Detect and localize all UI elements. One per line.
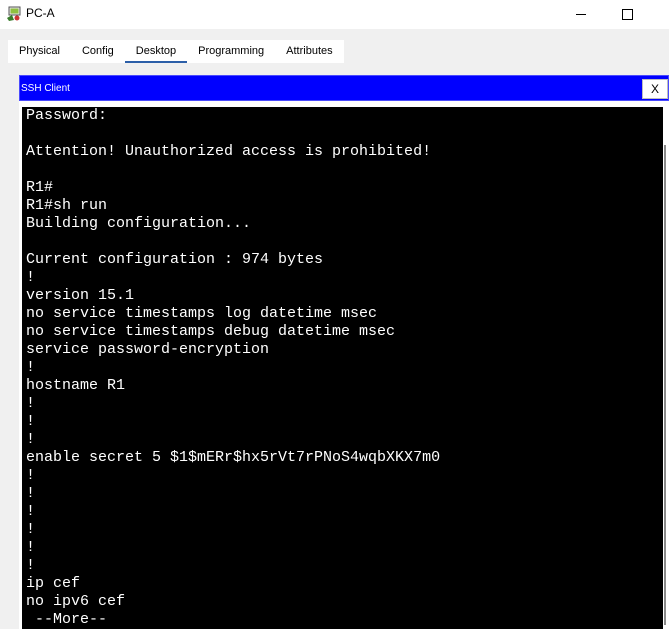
terminal-line: Attention! Unauthorized access is prohib… [26,143,432,160]
terminal-line: ! [26,521,36,538]
terminal-line: --More-- [26,611,108,628]
terminal-line: R1# [26,179,54,196]
terminal-text: Password: Attention! Unauthorized access… [26,107,440,629]
title-bar: PC-A [0,0,669,29]
terminal-line: version 15.1 [26,287,135,304]
ssh-client-title: SSH Client [21,83,70,94]
scrollbar-thumb[interactable] [664,145,666,625]
packet-tracer-pc-icon [6,6,22,22]
ssh-client-header: SSH Client X [19,75,669,101]
terminal-line: ! [26,485,36,502]
maximize-button[interactable] [604,2,650,26]
tab-bar: Physical Config Desktop Programming Attr… [0,29,669,65]
tab-physical[interactable]: Physical [8,40,71,63]
terminal-output[interactable]: Password: Attention! Unauthorized access… [22,107,667,629]
terminal-line: ! [26,413,36,430]
terminal-line: ! [26,431,36,448]
terminal-line: R1#sh run [26,197,108,214]
close-button[interactable]: X [642,79,668,99]
tab-programming[interactable]: Programming [187,40,275,63]
terminal-line: ! [26,557,36,574]
terminal-line: ip cef [26,575,81,592]
terminal-scrollbar[interactable] [663,105,669,629]
terminal-line: Password: [26,107,108,124]
terminal-line: ! [26,395,36,412]
window-title: PC-A [26,6,55,20]
terminal-line: ! [26,359,36,376]
terminal-line: no service timestamps debug datetime mse… [26,323,396,340]
tab-attributes[interactable]: Attributes [275,40,343,63]
terminal-line: ! [26,269,36,286]
tab-desktop[interactable]: Desktop [124,40,188,63]
terminal-line: no ipv6 cef [26,593,126,610]
terminal-line: ! [26,539,36,556]
tab-config[interactable]: Config [71,40,125,63]
ssh-client-window: SSH Client X Password: Attention! Unauth… [19,75,669,629]
terminal-line: no service timestamps log datetime msec [26,305,378,322]
terminal-line: Building configuration... [26,215,252,232]
terminal-line: ! [26,467,36,484]
terminal-line: enable secret 5 $1$mERr$hx5rVt7rPNoS4wqb… [26,449,441,466]
terminal-line: Current configuration : 974 bytes [26,251,324,268]
terminal-line: service password-encryption [26,341,270,358]
tab-strip: Physical Config Desktop Programming Attr… [8,40,344,63]
terminal-line: ! [26,503,36,520]
minimize-button[interactable] [558,2,604,26]
terminal-line: hostname R1 [26,377,126,394]
maximize-icon [621,8,633,20]
minimize-icon [576,13,586,15]
